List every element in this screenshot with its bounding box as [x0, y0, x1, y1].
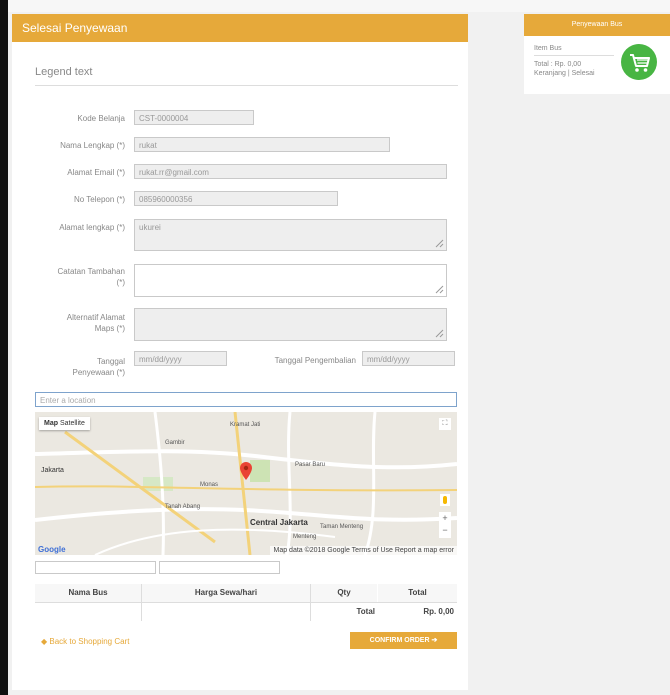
fullscreen-icon[interactable]: ⛶ [439, 418, 451, 430]
back-to-cart-label: Back to Shopping Cart [49, 637, 130, 646]
map-label: Monas [200, 482, 219, 488]
back-to-cart-link[interactable]: ◆ Back to Shopping Cart [41, 637, 129, 646]
map-roads [35, 412, 457, 555]
cart-glyph [630, 54, 650, 72]
panel-title: Selesai Penyewaan [12, 14, 468, 42]
resize-grip-icon[interactable] [435, 329, 444, 338]
zoom-out-icon[interactable]: − [439, 524, 451, 536]
location-search-input[interactable]: Enter a location [35, 392, 457, 407]
map-attribution[interactable]: Map data ©2018 Google Terms of Use Repor… [270, 546, 457, 555]
alamat-lengkap-textarea[interactable]: ukurei [134, 219, 447, 251]
tanggal-pengembalian-label: Tanggal Pengembalian [274, 356, 356, 365]
alamat-email-label: Alamat Email (*) [67, 168, 125, 177]
map-label: Taman Menteng [320, 524, 364, 530]
alternatif-label-line2: Maps (*) [94, 324, 125, 333]
map-pin-icon[interactable] [240, 462, 252, 480]
table-header: Qty [311, 584, 377, 602]
alternatif-alamat-label: Alternatif Alamat Maps (*) [35, 312, 125, 334]
table-header: Nama Bus [35, 584, 141, 602]
tanggal-penyewaan-input[interactable]: mm/dd/yyyy [134, 351, 227, 366]
longitude-field[interactable] [159, 561, 280, 574]
map-label: Central Jakarta [250, 518, 308, 527]
order-table: Nama Bus Harga Sewa/hari Qty Total Total… [35, 584, 457, 621]
tanggal-label-line1: Tanggal [96, 357, 125, 366]
tanggal-pengembalian-input[interactable]: mm/dd/yyyy [362, 351, 455, 366]
resize-grip-icon[interactable] [435, 285, 444, 294]
alamat-lengkap-value: ukurei [139, 223, 161, 232]
map-footer: Google Map data ©2018 Google Terms of Us… [35, 545, 457, 555]
arrow-left-icon: ◆ [41, 637, 48, 646]
total-label: Total [356, 607, 375, 616]
confirm-order-button[interactable]: CONFIRM ORDER ➔ [350, 632, 457, 649]
map-label: Pasar Baru [295, 462, 326, 468]
cart-widget-title: Penyewaan Bus [524, 14, 670, 36]
top-strip [8, 0, 670, 12]
widget-divider [534, 55, 614, 56]
no-telepon-field[interactable]: 085960000356 [134, 191, 338, 206]
zoom-control[interactable]: + − [439, 512, 451, 538]
kode-belanja-field[interactable]: CST-0000004 [134, 110, 254, 125]
nama-lengkap-label: Nama Lengkap (*) [60, 141, 125, 150]
alternatif-alamat-textarea[interactable] [134, 308, 447, 341]
kode-belanja-label: Kode Belanja [77, 114, 125, 123]
pegman-icon[interactable] [440, 494, 450, 506]
resize-grip-icon[interactable] [435, 239, 444, 248]
legend-divider [35, 85, 458, 86]
tanggal-penyewaan-label: Tanggal Penyewaan (*) [35, 356, 125, 378]
catatan-tambahan-label: Catatan Tambahan (*) [35, 266, 125, 288]
cart-item-label: Item Bus [534, 45, 562, 52]
zoom-in-icon[interactable]: + [439, 512, 451, 524]
map-label: Gambir [165, 440, 185, 446]
map-label: Menteng [293, 534, 317, 540]
alamat-email-field[interactable]: rukat.rr@gmail.com [134, 164, 447, 179]
tanggal-label-line2: Penyewaan (*) [72, 368, 125, 377]
no-telepon-label: No Telepon (*) [74, 195, 125, 204]
shopping-cart-icon[interactable] [621, 44, 657, 80]
map-label: Tanah Abang [165, 504, 201, 510]
nama-lengkap-field[interactable]: rukat [134, 137, 390, 152]
total-value: Rp. 0,00 [423, 607, 454, 616]
alternatif-label-line1: Alternatif Alamat [66, 313, 125, 322]
legend-text: Legend text [35, 66, 93, 78]
confirm-order-label: CONFIRM ORDER [369, 637, 430, 644]
catatan-label-line1: Catatan Tambahan [57, 267, 125, 276]
left-edge-bar [0, 0, 8, 695]
cart-total: Total : Rp. 0,00 [534, 61, 582, 68]
map-type-satellite[interactable]: Satellite [60, 420, 85, 427]
google-map[interactable]: Jakarta Central Jakarta Kramat Jati Ment… [35, 412, 457, 555]
table-header: Harga Sewa/hari [142, 584, 310, 602]
latitude-field[interactable] [35, 561, 156, 574]
cart-links[interactable]: Keranjang | Selesai [534, 69, 595, 78]
arrow-right-icon: ➔ [431, 637, 438, 644]
map-label: Jakarta [41, 467, 64, 474]
map-type-map[interactable]: Map [44, 420, 58, 427]
google-logo: Google [38, 545, 66, 554]
catatan-tambahan-textarea[interactable] [134, 264, 447, 297]
table-header: Total [378, 584, 457, 602]
map-label: Kramat Jati [230, 422, 261, 428]
alamat-lengkap-label: Alamat lengkap (*) [59, 223, 125, 232]
map-type-control[interactable]: Map Satellite [39, 417, 90, 430]
catatan-label-line2: (*) [116, 278, 125, 287]
